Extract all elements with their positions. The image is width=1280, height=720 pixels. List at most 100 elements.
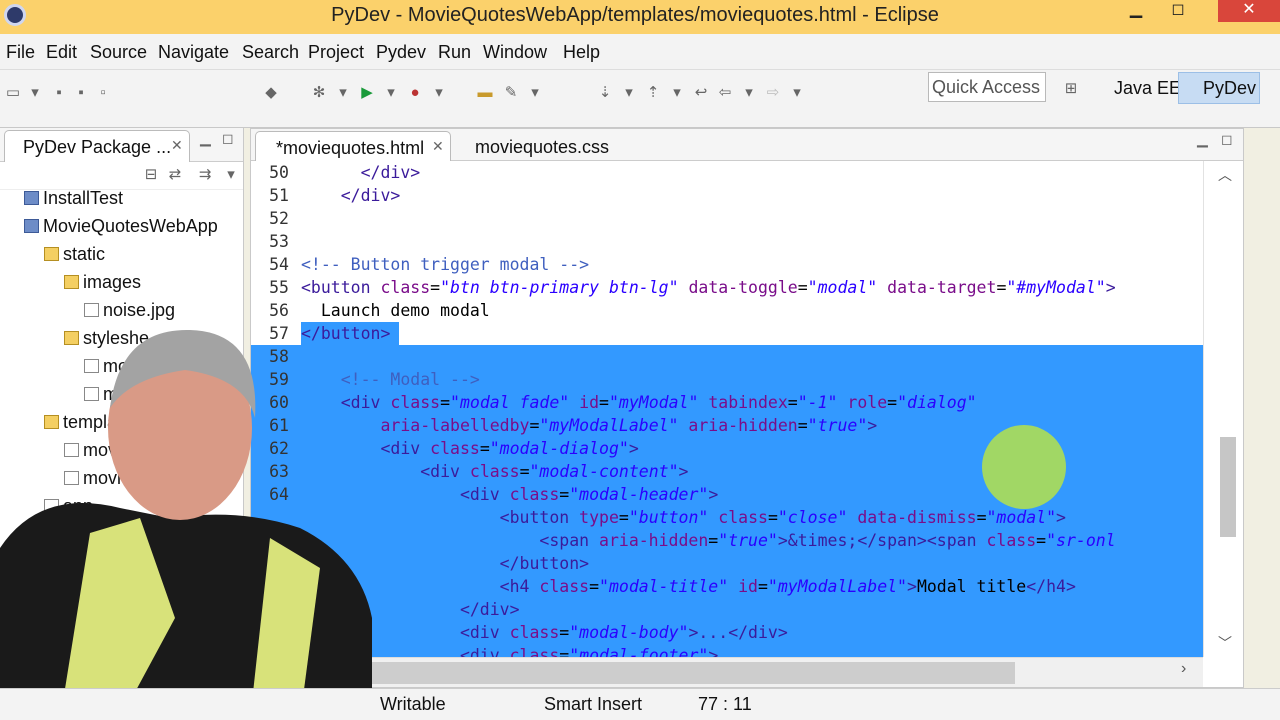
vertical-scrollbar[interactable]: ︿ ﹀ (1203, 161, 1243, 657)
minimize-icon[interactable]: ▁ (1118, 0, 1154, 22)
explorer-toolbar: ⊟ ⇄ ⇉ ▾ (0, 162, 243, 190)
code-text: <h4 class="modal-title" id="myModalLabel… (301, 577, 1076, 596)
line-number: 54 (269, 255, 289, 274)
chevron-down-icon[interactable]: ▾ (788, 84, 806, 102)
code-area[interactable]: 50 </div> 51 </div> 52 53 54 <!-- Button trig… (251, 161, 1203, 657)
collapse-all-icon[interactable]: ⊟ (142, 166, 160, 184)
chevron-down-icon[interactable]: ▾ (620, 84, 638, 102)
chevron-down-icon[interactable]: ▾ (668, 84, 686, 102)
save-all-icon[interactable]: ▪ (72, 84, 90, 102)
code-text: <!-- Button trigger modal --> (301, 255, 590, 274)
horizontal-scrollbar[interactable]: › (251, 657, 1203, 687)
title-bar: PyDev - MovieQuotesWebApp/templates/movi… (0, 0, 1280, 34)
status-cursor-position: 77 : 11 (698, 694, 752, 714)
line-number: 51 (269, 186, 289, 205)
quick-access-input[interactable]: Quick Access (928, 72, 1046, 102)
tab-moviequotes-html[interactable]: *moviequotes.html ✕ (255, 131, 451, 161)
chevron-down-icon[interactable]: ▾ (526, 84, 544, 102)
line-number: 50 (269, 163, 289, 182)
code-line: <h4 class="modal-title" id="myModalLabel… (251, 575, 1203, 598)
code-line: 51 </div> (251, 184, 1203, 207)
menu-help[interactable]: Help (563, 42, 600, 63)
maximize-icon[interactable]: ◻ (222, 130, 234, 147)
chevron-down-icon[interactable]: ▾ (334, 84, 352, 102)
folder-icon (44, 247, 59, 261)
tab-pydev-package-explorer[interactable]: PyDev Package ... ✕ (4, 130, 190, 162)
save-icon[interactable]: ▪ (50, 84, 68, 102)
scroll-right-icon[interactable]: › (1181, 660, 1186, 678)
scrollbar-thumb[interactable] (361, 662, 1015, 684)
code-text: <div class="modal fade" id="myModal" tab… (301, 393, 977, 412)
tab-label: PyDev Package ... (23, 137, 172, 157)
next-annotation-icon[interactable]: ⇣ (596, 84, 614, 102)
scroll-down-icon[interactable]: ﹀ (1218, 633, 1232, 653)
tree-item-installtest[interactable]: InstallTest (24, 188, 123, 209)
code-line: 61 aria-labelledby="myModalLabel" aria-h… (251, 414, 1203, 437)
folder-icon (64, 275, 79, 289)
menu-window[interactable]: Window (483, 42, 547, 63)
scrollbar-thumb[interactable] (1220, 437, 1236, 537)
run-icon[interactable]: ▶ (358, 84, 376, 102)
menu-bar: File Edit Source Navigate Search Project… (0, 34, 1280, 70)
menu-project[interactable]: Project (308, 42, 364, 63)
close-icon[interactable]: ✕ (432, 138, 444, 155)
prev-annotation-icon[interactable]: ⇡ (644, 84, 662, 102)
tab-moviequotes-css[interactable]: moviequotes.css (455, 131, 635, 161)
code-line: <div class="modal-footer"> (251, 644, 1203, 657)
code-editor: *moviequotes.html ✕ moviequotes.css ▁ ◻ … (250, 128, 1244, 688)
perspective-java-ee[interactable]: Java EE (1090, 74, 1185, 104)
debug-icon[interactable]: ✻ (310, 84, 328, 102)
tree-item-moviequoteswebapp[interactable]: MovieQuotesWebApp (24, 216, 218, 237)
code-line: 59 <!-- Modal --> (251, 368, 1203, 391)
code-line: 52 (251, 207, 1203, 230)
chevron-down-icon[interactable]: ▾ (382, 84, 400, 102)
menu-search[interactable]: Search (242, 42, 299, 63)
scroll-up-icon[interactable]: ︿ (1218, 165, 1232, 185)
main-toolbar: ▭ ▾ ▪ ▪ ▫ ◆ ✻ ▾ ▶ ▾ ● ▾ ▬ ✎ ▾ ⇣ ▾ ⇡ ▾ ↩ … (0, 70, 1280, 128)
open-folder-icon[interactable]: ▬ (476, 84, 494, 102)
open-type-icon[interactable]: ◆ (262, 84, 280, 102)
status-bar: Writable Smart Insert 77 : 11 (0, 688, 1280, 720)
link-editor-icon[interactable]: ⇄ (166, 166, 184, 184)
filter-icon[interactable]: ⇉ (196, 166, 214, 184)
last-edit-icon[interactable]: ↩ (692, 84, 710, 102)
close-icon[interactable]: ✕ (171, 137, 183, 154)
tree-item-images[interactable]: images (64, 272, 141, 293)
code-line: <span aria-hidden="true">&times;</span><… (251, 529, 1203, 552)
status-insert-mode: Smart Insert (544, 694, 643, 714)
pen-icon[interactable]: ✎ (502, 84, 520, 102)
menu-run[interactable]: Run (438, 42, 471, 63)
back-icon[interactable]: ⇦ (716, 84, 734, 102)
chevron-down-icon[interactable]: ▾ (430, 84, 448, 102)
code-line: 57 </button> (251, 322, 1203, 345)
minimize-icon[interactable]: ▁ (200, 130, 211, 147)
chevron-down-icon[interactable]: ▾ (740, 84, 758, 102)
new-icon[interactable]: ▭ (4, 84, 22, 102)
status-writable: Writable (380, 694, 446, 714)
perspective-pydev[interactable]: PyDev (1178, 72, 1260, 104)
code-line: </div> (251, 598, 1203, 621)
tree-item-static[interactable]: static (44, 244, 105, 265)
print-icon[interactable]: ▫ (94, 84, 112, 102)
menu-navigate[interactable]: Navigate (158, 42, 229, 63)
minimize-icon[interactable]: ▁ (1197, 131, 1208, 148)
code-line: 58 (251, 345, 1203, 368)
editor-tab-bar: *moviequotes.html ✕ moviequotes.css ▁ ◻ (251, 129, 1243, 161)
external-tools-icon[interactable]: ● (406, 84, 424, 102)
menu-source[interactable]: Source (90, 42, 147, 63)
chevron-down-icon[interactable]: ▾ (26, 84, 44, 102)
menu-file[interactable]: File (6, 42, 35, 63)
close-icon[interactable]: ✕ (1218, 0, 1280, 22)
open-perspective-icon[interactable]: ⊞ (1062, 80, 1080, 98)
code-line: 55 <button class="btn btn-primary btn-lg"… (251, 276, 1203, 299)
code-line: <button type="button" class="close" data… (251, 506, 1203, 529)
forward-icon[interactable]: ⇨ (764, 84, 782, 102)
code-line: 56 Launch demo modal (251, 299, 1203, 322)
maximize-icon[interactable]: ◻ (1160, 0, 1196, 22)
menu-edit[interactable]: Edit (46, 42, 77, 63)
maximize-icon[interactable]: ◻ (1221, 131, 1233, 148)
project-icon (24, 191, 39, 205)
presenter-video-overlay (0, 329, 372, 720)
menu-pydev[interactable]: Pydev (376, 42, 426, 63)
chevron-down-icon[interactable]: ▾ (222, 166, 240, 184)
